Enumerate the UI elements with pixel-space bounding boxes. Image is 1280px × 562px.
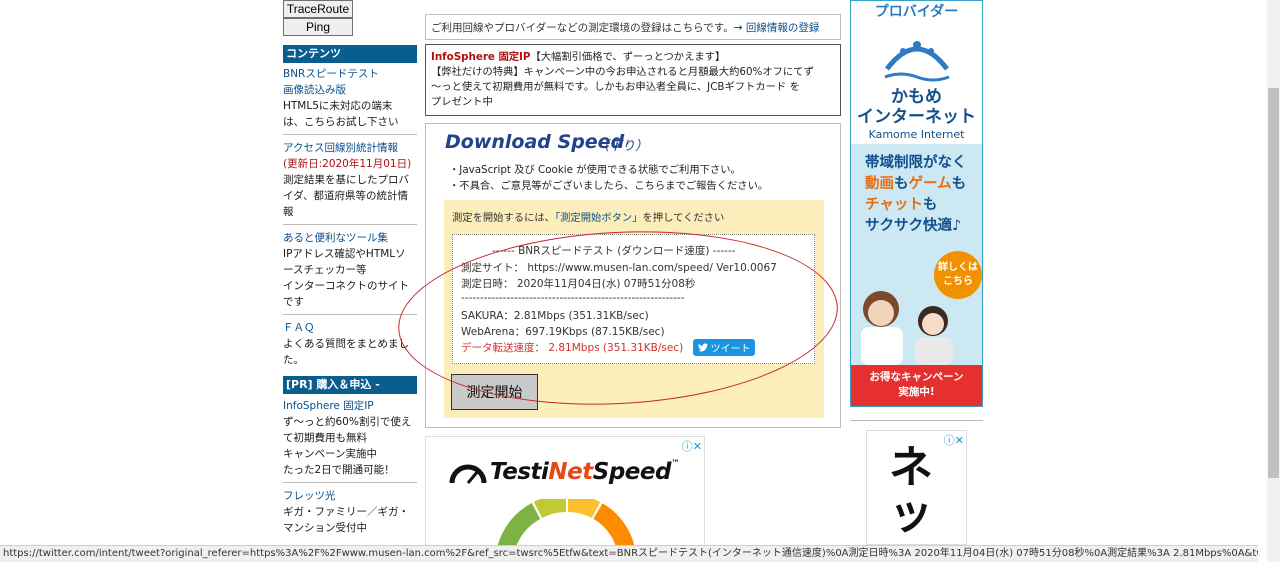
instruction-start: 測定を開始するには、 <box>452 212 555 224</box>
pr-desc-4: たった2日で開通可能！ <box>283 464 395 476</box>
access-stats-link[interactable]: アクセス回線別統計情報 <box>283 140 417 156</box>
infobox-title-line: InfoSphere 固定IP【大幅割引価格で、ずーっとつかえます】 <box>431 50 835 65</box>
women-photo <box>861 291 953 365</box>
register-link[interactable]: 回線情報の登録 <box>746 22 820 34</box>
provider-label: プロバイダー <box>874 4 959 20</box>
contents-heading: コンテンツ <box>283 45 417 63</box>
divider <box>283 224 417 225</box>
divider <box>850 420 983 421</box>
ping-button[interactable]: Ping <box>283 18 353 36</box>
stats-desc-1: 測定結果を基にしたプロバ <box>283 174 409 186</box>
bnr-speedtest-link[interactable]: BNRスピードテスト <box>283 66 417 82</box>
tools-desc-2: ースチェッカー等 <box>283 264 367 276</box>
note-feedback[interactable]: ・不具合、ご意見等がございましたら、こちらまでご報告ください。 <box>449 177 768 192</box>
manga-ad[interactable]: ⓘ✕ ネ ッ <box>866 430 967 545</box>
testinetspeed-ad[interactable]: ⓘ✕ TestiNetSpeed™ <box>425 436 705 546</box>
tools-desc-4: です <box>283 296 304 308</box>
stats-desc-2: イダ、都道府県等の統計情 <box>283 190 409 202</box>
infobox-line-3: 〜っと使えて初期費用が無料です。しかもお申込者全員に、JCBギフトカード を <box>431 81 800 93</box>
status-bar-url: https://twitter.com/intent/tweet?origina… <box>0 545 1258 562</box>
updated-date: (更新日:2020年11月01日) <box>283 158 412 170</box>
speed-gauge-icon <box>497 499 635 545</box>
ad-info-icon[interactable]: ⓘ✕ <box>944 432 964 448</box>
infosphere-ad[interactable]: InfoSphere 固定IP【大幅割引価格で、ずーっとつかえます】 【弊社だけ… <box>425 44 841 116</box>
pr-infosphere-link[interactable]: InfoSphere 固定IP <box>283 398 417 414</box>
infobox-line-4: プレゼント中 <box>431 96 493 108</box>
divider <box>283 314 417 315</box>
faq-desc-2: た。 <box>283 354 304 366</box>
divider <box>283 482 417 483</box>
register-bar: ご利用回線やプロバイダーなどの測定環境の登録はこちらです。→ 回線情報の登録 <box>425 14 841 40</box>
tools-link[interactable]: あると便利なツール集 <box>283 230 417 246</box>
speedometer-logo-icon <box>449 464 487 484</box>
download-speed-subtitle: （下り） <box>596 139 649 154</box>
traceroute-button[interactable]: TraceRoute <box>283 0 353 18</box>
brand-name-en: Kamome Internet <box>868 128 965 141</box>
kamome-internet-ad[interactable]: プロバイダー かもめ インターネット Kamome Internet 帯域制限が… <box>850 0 983 407</box>
infobox-title: InfoSphere 固定IP <box>431 51 531 63</box>
seagull-logo-icon <box>884 41 950 82</box>
faq-desc-1: よくある質問をまとめまし <box>283 338 409 350</box>
divider <box>283 134 417 135</box>
tools-desc-1: IPアドレス確認やHTMLソ <box>283 248 406 260</box>
instruction: 測定を開始するには、「測定開始ボタン」を押してください <box>452 209 724 224</box>
image-version-link[interactable]: 画像読込み版 <box>283 82 417 98</box>
pr-desc-2: て初期費用も無料 <box>283 432 367 444</box>
flets-desc-2: マンション受付中 <box>283 522 367 534</box>
ad-info-icon[interactable]: ⓘ✕ <box>682 438 702 454</box>
ad-copy: 帯域制限がなく 動画もゲームも チャットも サクサク快適♪ <box>865 155 967 234</box>
instruction-link: 「測定開始ボタン」 <box>554 212 643 224</box>
instruction-end: を押してください <box>642 212 725 224</box>
manga-ad-text: ネ ッ <box>889 442 933 539</box>
html5-note-1: HTML5に未対応の端末 <box>283 100 393 112</box>
testinetspeed-logo: TestiNetSpeed™ <box>490 459 680 485</box>
flets-desc-1: ギガ・ファミリー／ギガ・ <box>283 506 409 518</box>
note-javascript: ・JavaScript 及び Cookie が使用できる状態でご利用下さい。 <box>449 164 741 176</box>
flets-link[interactable]: フレッツ光 <box>283 488 417 504</box>
scrollbar-thumb[interactable] <box>1268 88 1279 478</box>
infobox-line-2: 【弊社だけの特典】キャンペーン中の今お申込されると月額最大約60%オフにてず <box>431 66 814 78</box>
tools-desc-3: インターコネクトのサイト <box>283 280 409 292</box>
pr-desc-1: ず〜っと約60%割引で使え <box>283 416 412 428</box>
stats-desc-3: 報 <box>283 206 294 218</box>
pr-desc-3: キャンペーン実施中 <box>283 448 377 460</box>
register-text: ご利用回線やプロバイダーなどの測定環境の登録はこちらです。→ <box>431 22 743 34</box>
html5-note-2: は、こちらお試し下さい <box>283 116 399 128</box>
brand-name: かもめ インターネット <box>857 87 976 127</box>
campaign-banner[interactable]: お得なキャンペーン 実施中! <box>851 365 982 406</box>
pr-heading: [PR] 購入＆申込 - <box>283 376 417 394</box>
infobox-title-rest: 【大幅割引価格で、ずーっとつかえます】 <box>530 51 726 63</box>
faq-link[interactable]: ＦＡＱ <box>283 320 417 336</box>
